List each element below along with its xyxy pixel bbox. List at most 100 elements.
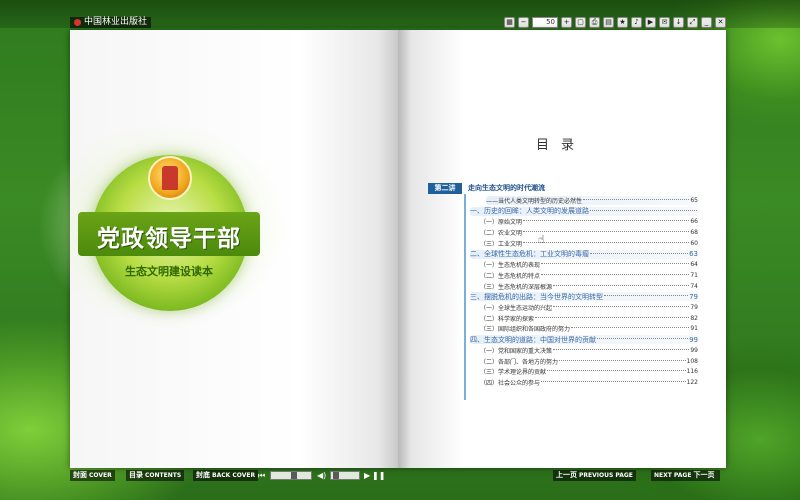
download-icon[interactable]: ↓ — [673, 17, 684, 28]
toc-entry[interactable]: （二）各部门、各地方的努力 108 — [480, 357, 698, 366]
toc-entry-page: 64 — [690, 261, 698, 269]
toc-entry-page: 68 — [690, 229, 698, 237]
autoplay-icon[interactable]: ▶ — [645, 17, 656, 28]
toc-leader-dots — [523, 231, 690, 233]
cover-button-cn: 封面 — [73, 471, 87, 479]
emblem-figure-icon — [162, 166, 178, 190]
toc-leader-dots — [541, 380, 686, 382]
back-cover-button-en: BACK COVER — [212, 472, 256, 479]
toc-entry-text: （三）学术理论界的贡献 — [480, 369, 547, 377]
play-icon[interactable]: ▶ — [364, 470, 370, 481]
next-page-button-cn: 下一页 — [693, 471, 715, 479]
contents-button-en: CONTENTS — [145, 472, 182, 479]
sound-icon[interactable]: ♪ — [631, 17, 642, 28]
toc-leader-dots — [553, 348, 690, 350]
pause-icon[interactable]: ❚❚ — [372, 470, 385, 481]
volume-slider[interactable] — [330, 471, 360, 480]
toc-entry-page: 63 — [689, 250, 698, 258]
toc-section[interactable]: 三、摆脱危机的出路：当今世界的文明转型 79 — [470, 292, 698, 302]
previous-page-button[interactable]: 上一页 PREVIOUS PAGE — [553, 470, 636, 481]
toc-leader-dots — [597, 338, 689, 340]
toc-entry-page: 71 — [690, 271, 698, 279]
toc-leader-dots — [604, 295, 689, 297]
volume-icon[interactable]: ◀) — [317, 470, 326, 481]
toc-entry[interactable]: （一）原始文明 66 — [480, 217, 698, 226]
toc-leader-dots — [553, 284, 690, 286]
print-icon[interactable]: ⎙ — [589, 17, 600, 28]
bottom-bar: 封面 COVER 目录 CONTENTS 封底 BACK COVER ⏮ ◀) ▶ ❚… — [0, 470, 800, 482]
toc-entry-text: （四）社会公众的参与 — [480, 379, 541, 387]
next-page-button[interactable]: NEXT PAGE 下一页 — [651, 470, 720, 481]
toc-entry-page: 60 — [690, 239, 698, 247]
thumbnails-icon[interactable]: ▤ — [603, 17, 614, 28]
minimize-icon[interactable]: _ — [701, 17, 712, 28]
top-bar: 中国林业出版社 ▦ − 50 + ▢ ⎙ ▤ ★ ♪ ▶ ✉ ↓ ⤢ _ ✕ — [0, 0, 800, 28]
toc-entry[interactable]: ——当代人类文明转型的历史必然性 65 — [486, 196, 698, 205]
toc-entry-page: 99 — [690, 346, 698, 354]
publisher-label: 中国林业出版社 — [70, 17, 152, 28]
toc-divider — [464, 194, 466, 400]
toc-section[interactable]: 一、历史的回眸：人类文明的发展道路 — [470, 206, 698, 216]
toc-entry-text: ——当代人类文明转型的历史必然性 — [486, 198, 583, 205]
toc-leader-dots — [523, 220, 690, 222]
toc-entry-page: 82 — [690, 314, 698, 322]
toc-entry[interactable]: （二）科学家的探索 82 — [480, 314, 698, 323]
toc-entry[interactable]: （一）党和国家的重大决策 99 — [480, 346, 698, 355]
toc-entry-text: （二）各部门、各地方的努力 — [480, 358, 559, 366]
bookmark-icon[interactable]: ★ — [617, 17, 628, 28]
share-icon[interactable]: ✉ — [659, 17, 670, 28]
toc-leader-dots — [583, 199, 690, 200]
volume-slider-knob[interactable] — [333, 472, 339, 479]
toc-entry[interactable]: （三）国际组织和各国政府的努力 91 — [480, 324, 698, 333]
toc-entry[interactable]: （四）社会公众的参与 122 — [480, 378, 698, 387]
fullscreen-icon[interactable]: ⤢ — [687, 17, 698, 28]
toc-leader-dots — [535, 316, 690, 318]
toc-entry[interactable]: （三）学术理论界的贡献 116 — [480, 367, 698, 376]
previous-page-button-en: PREVIOUS PAGE — [579, 472, 633, 479]
zoom-out-icon[interactable]: − — [518, 17, 529, 28]
page-slider-knob[interactable] — [291, 472, 297, 479]
previous-page-button-cn: 上一页 — [556, 471, 577, 479]
toc-leader-dots — [571, 327, 690, 329]
toc-entry[interactable]: （三）工业文明 60 — [480, 239, 698, 248]
toc-entry-text: （一）生态危机的表现 — [480, 262, 541, 270]
contents-button-cn: 目录 — [129, 471, 143, 479]
toc-entry-page: 116 — [686, 368, 698, 376]
zoom-input[interactable]: 50 — [532, 17, 558, 28]
first-page-icon[interactable]: ⏮ — [258, 470, 265, 481]
toc-entry-text: （三）生态危机的深层根源 — [480, 283, 553, 291]
toc-entry[interactable]: （二）农业文明 68 — [480, 228, 698, 237]
toc-entry-text: （二）农业文明 — [480, 230, 523, 238]
toc-entry-text: （三）工业文明 — [480, 240, 523, 248]
toc-entry[interactable]: （一）全球生态运动的兴起 79 — [480, 303, 698, 312]
toc-section[interactable]: 四、生态文明的道路：中国对世界的贡献 99 — [470, 335, 698, 345]
toc-title: 目录 — [536, 138, 587, 153]
cover-button[interactable]: 封面 COVER — [70, 470, 115, 481]
contents-button[interactable]: 目录 CONTENTS — [126, 470, 185, 481]
zoom-in-icon[interactable]: + — [561, 17, 572, 28]
fit-page-icon[interactable]: ▢ — [575, 17, 586, 28]
toc-leader-dots — [590, 252, 689, 254]
toc-entry-page: 74 — [690, 282, 698, 290]
toc-entry-text: 一、历史的回眸：人类文明的发展道路 — [470, 207, 589, 216]
back-cover-button[interactable]: 封底 BACK COVER — [193, 470, 259, 481]
toc-entry-text: （二）科学家的探索 — [480, 315, 535, 323]
toc-entry[interactable]: （三）生态危机的深层根源 74 — [480, 282, 698, 291]
close-icon[interactable]: ✕ — [715, 17, 726, 28]
toc-entry-text: （二）生态危机的特点 — [480, 272, 541, 280]
toc-section[interactable]: 二、全球性生态危机：工业文明的毒瘤 63 — [470, 249, 698, 259]
toc-entry-page: 66 — [690, 218, 698, 226]
toc-leader-dots — [541, 273, 690, 275]
toc-entry[interactable]: （二）生态危机的特点 71 — [480, 271, 698, 280]
toc-entry-page: 91 — [690, 325, 698, 333]
grid-icon[interactable]: ▦ — [504, 17, 515, 28]
toc-entry-text: （一）原始文明 — [480, 219, 523, 227]
toc-entry[interactable]: （一）生态危机的表现 64 — [480, 260, 698, 269]
cover-title: 党政领导干部 — [97, 226, 241, 252]
chapter-title[interactable]: 走向生态文明的时代潮流 — [468, 183, 545, 194]
toc-entry-text: 二、全球性生态危机：工业文明的毒瘤 — [470, 250, 589, 258]
next-page-button-en: NEXT PAGE — [654, 472, 692, 479]
toc-leader-dots — [590, 209, 697, 211]
page-slider[interactable] — [270, 471, 312, 480]
toc-leader-dots — [547, 370, 686, 372]
